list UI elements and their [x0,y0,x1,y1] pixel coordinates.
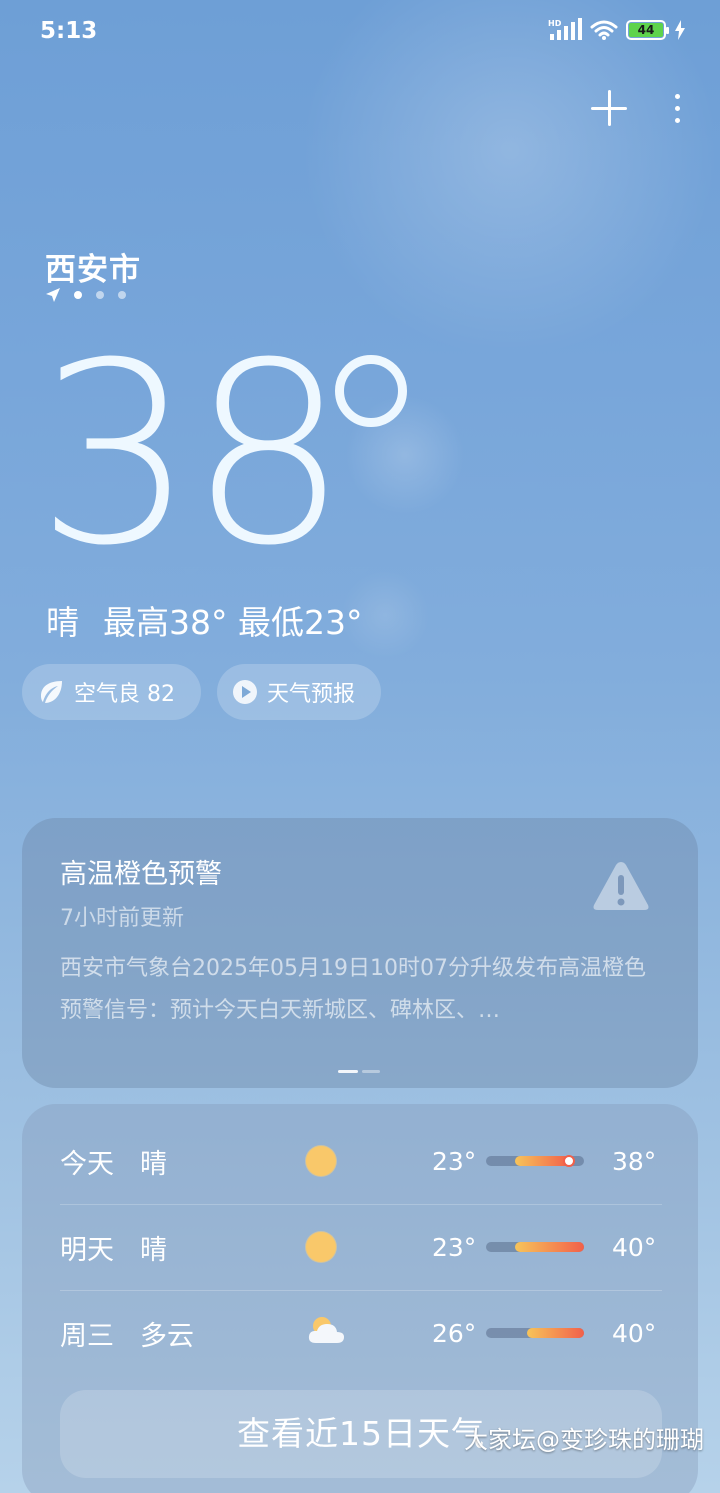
forecast-day: 明天 [60,1234,114,1266]
signal-icon: HD [548,18,582,40]
partly-cloudy-icon [306,1315,346,1352]
forecast-high: 40° [612,1232,657,1262]
top-actions [591,90,680,126]
leaf-icon [41,681,62,703]
forecast-row[interactable]: 周三 多云 26° 40° [60,1290,662,1376]
forecast-condition: 晴 [140,1234,167,1266]
temp-range-bar [486,1242,584,1252]
forecast-condition: 多云 [140,1320,194,1352]
current-description: 晴 最高38° 最低23° [46,596,362,644]
forecast-high: 40° [612,1318,657,1348]
temp-range-bar [486,1328,584,1338]
watermark: 大家坛@变珍珠的珊瑚 [464,1426,704,1454]
charging-icon [675,20,685,40]
temp-range-bar [486,1155,584,1167]
air-quality-label: 空气良 82 [74,682,175,707]
more-vertical-icon[interactable] [675,93,680,123]
sun-icon [306,1232,336,1262]
location-arrow-icon [46,288,60,302]
status-icons: HD 44 [548,18,686,42]
forecast-low: 23° [432,1146,477,1176]
current-temp-marker [563,1155,576,1167]
weather-alert-card[interactable]: 高温橙色预警 7小时前更新 西安市气象台2025年05月19日10时07分升级发… [22,818,698,1088]
alert-title: 高温橙色预警 [60,859,222,890]
high-low: 最高38° 最低23° [103,603,363,642]
forecast-high: 38° [612,1146,657,1176]
alert-body: 西安市气象台2025年05月19日10时07分升级发布高温橙色预警信号：预计今天… [60,956,646,1023]
forecast-day: 今天 [60,1148,114,1180]
forecast-video-chip[interactable]: 天气预报 [217,664,382,720]
status-time: 5:13 [40,18,98,44]
current-temperature: 38 [36,309,348,600]
forecast-row[interactable]: 明天 晴 23° 40° [60,1204,662,1290]
play-icon [233,680,257,704]
wifi-icon [590,20,618,40]
forecast-row[interactable]: 今天 晴 23° 38° [60,1118,662,1204]
network-label: HD [548,19,562,28]
forecast-condition: 晴 [140,1148,167,1180]
temp-range-fill [515,1242,584,1252]
sun-icon [306,1146,336,1176]
warning-triangle-icon [593,862,649,910]
alert-updated: 7小时前更新 [60,906,184,931]
temp-range-fill [515,1156,570,1166]
forecast-day: 周三 [60,1320,114,1352]
city-name[interactable]: 西安市 [45,244,141,289]
battery-icon: 44 [626,20,669,40]
alert-pager [338,1070,380,1073]
city-pager [46,288,126,302]
temp-range-fill [527,1328,584,1338]
battery-level: 44 [629,23,663,37]
degree-symbol [335,355,407,427]
pager-dot [118,291,126,299]
forecast-low: 26° [432,1318,477,1348]
current-condition: 晴 [46,603,79,642]
pager-dot [74,291,82,299]
forecast-low: 23° [432,1232,477,1262]
plus-icon[interactable] [591,90,627,126]
status-bar: 5:13 HD 44 [0,0,720,64]
info-chips: 空气良 82 天气预报 [22,664,382,720]
forecast-video-label: 天气预报 [267,682,356,707]
air-quality-chip[interactable]: 空气良 82 [22,664,201,720]
pager-dot [96,291,104,299]
